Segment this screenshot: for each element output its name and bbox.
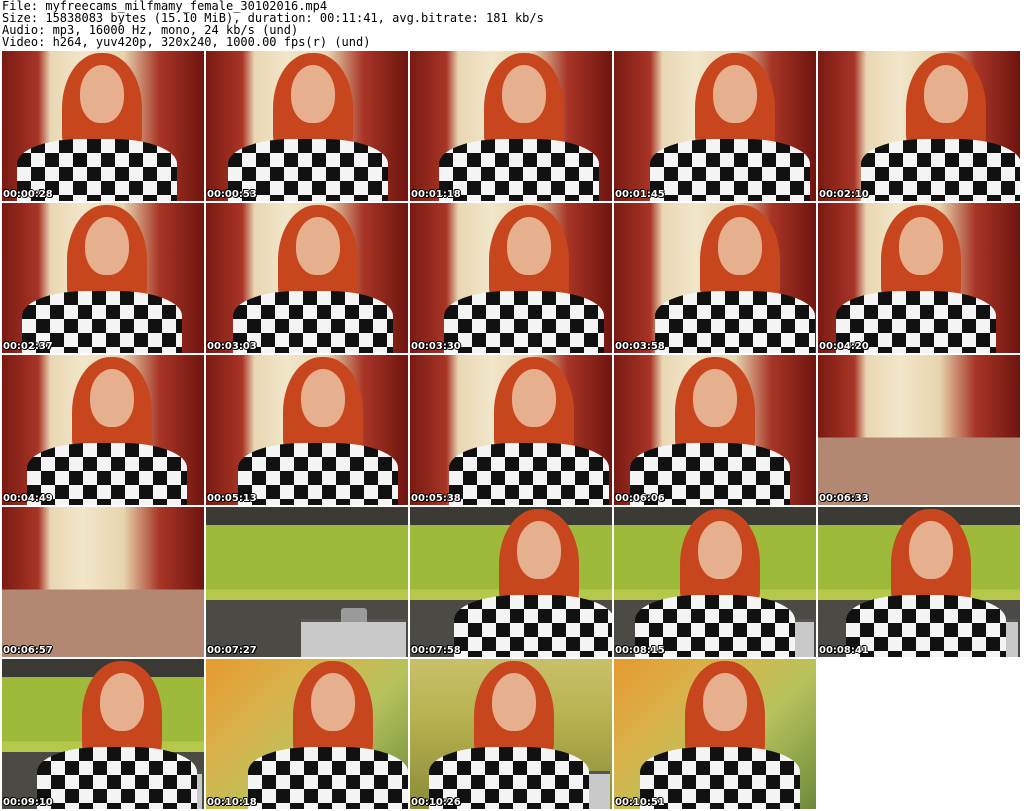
- video-thumbnail: 00:06:57: [2, 507, 204, 657]
- person-face: [301, 369, 345, 427]
- cooking-pot: [341, 608, 367, 622]
- video-thumbnail: 00:03:03: [206, 203, 408, 353]
- person-face: [718, 217, 762, 275]
- video-thumbnail: 00:05:38: [410, 355, 612, 505]
- thumbnail-timestamp: 00:03:30: [411, 341, 461, 352]
- thumbnail-timestamp: 00:04:20: [819, 341, 869, 352]
- video-thumbnail: 00:10:18: [206, 659, 408, 809]
- checkered-shirt: [861, 139, 1020, 201]
- person-face: [296, 217, 340, 275]
- thumbnail-timestamp: 00:10:26: [411, 797, 461, 808]
- thumbnail-timestamp: 00:06:33: [819, 493, 869, 504]
- checkered-shirt: [650, 139, 810, 201]
- thumbnail-timestamp: 00:10:51: [615, 797, 665, 808]
- video-thumbnail: 00:04:20: [818, 203, 1020, 353]
- thumbnail-timestamp: 00:08:41: [819, 645, 869, 656]
- thumbnail-timestamp: 00:02:10: [819, 189, 869, 200]
- thumbnail-scene: [2, 507, 204, 657]
- video-thumbnail: 00:01:45: [614, 51, 816, 201]
- person-face: [703, 673, 747, 731]
- person-face: [924, 65, 968, 123]
- video-thumbnail: 00:02:37: [2, 203, 204, 353]
- thumbnail-timestamp: 00:01:18: [411, 189, 461, 200]
- checkered-shirt: [655, 291, 815, 353]
- video-thumbnail: 00:08:15: [614, 507, 816, 657]
- checkered-shirt: [248, 747, 408, 809]
- video-thumbnail: 00:03:30: [410, 203, 612, 353]
- video-thumbnail: 00:10:51: [614, 659, 816, 809]
- video-thumbnail: 00:07:58: [410, 507, 612, 657]
- thumbnail-timestamp: 00:03:03: [207, 341, 257, 352]
- thumbnail-timestamp: 00:01:45: [615, 189, 665, 200]
- checkered-shirt: [454, 595, 612, 657]
- thumbnail-timestamp: 00:06:57: [3, 645, 53, 656]
- thumbnail-timestamp: 00:03:58: [615, 341, 665, 352]
- person-face: [90, 369, 134, 427]
- file-info-header: File: myfreecams_milfmamy_female_3010201…: [2, 0, 544, 48]
- thumbnail-timestamp: 00:08:15: [615, 645, 665, 656]
- thumbnail-timestamp: 00:10:18: [207, 797, 257, 808]
- video-thumbnail: 00:03:58: [614, 203, 816, 353]
- video-thumbnail: 00:07:27: [206, 507, 408, 657]
- thumbnail-timestamp: 00:02:37: [3, 341, 53, 352]
- thumbnail-timestamp: 00:05:13: [207, 493, 257, 504]
- video-thumbnail: 00:04:49: [2, 355, 204, 505]
- video-thumbnail: 00:02:10: [818, 51, 1020, 201]
- video-thumbnail: 00:05:13: [206, 355, 408, 505]
- thumbnail-timestamp: 00:06:06: [615, 493, 665, 504]
- person-face: [311, 673, 355, 731]
- checkered-shirt: [444, 291, 604, 353]
- video-thumbnail: 00:00:28: [2, 51, 204, 201]
- checkered-shirt: [238, 443, 398, 505]
- checkered-shirt: [439, 139, 599, 201]
- checkered-shirt: [846, 595, 1006, 657]
- thumbnail-timestamp: 00:00:53: [207, 189, 257, 200]
- video-thumbnail: 00:08:41: [818, 507, 1020, 657]
- person-face: [502, 65, 546, 123]
- person-face: [693, 369, 737, 427]
- person-face: [899, 217, 943, 275]
- thumbnail-scene: [818, 355, 1020, 505]
- checkered-shirt: [233, 291, 393, 353]
- person-face: [291, 65, 335, 123]
- person-face: [100, 673, 144, 731]
- video-thumbnail: 00:00:53: [206, 51, 408, 201]
- video-thumbnail: 00:01:18: [410, 51, 612, 201]
- video-thumbnail: 00:10:26: [410, 659, 612, 809]
- person-face: [698, 521, 742, 579]
- person-face: [85, 217, 129, 275]
- thumbnail-grid: 00:00:28 00:00:53 00:01:18 00:01:45 00:02:10…: [2, 51, 1022, 810]
- thumbnail-timestamp: 00:07:58: [411, 645, 461, 656]
- person-face: [507, 217, 551, 275]
- thumbnail-timestamp: 00:07:27: [207, 645, 257, 656]
- person-face: [517, 521, 561, 579]
- person-face: [80, 65, 124, 123]
- stove: [301, 608, 406, 657]
- person-face: [512, 369, 556, 427]
- thumbnail-timestamp: 00:09:10: [3, 797, 53, 808]
- video-thumbnail: 00:09:10: [2, 659, 204, 809]
- thumbnail-timestamp: 00:05:38: [411, 493, 461, 504]
- video-info-line: Video: h264, yuv420p, 320x240, 1000.00 f…: [2, 35, 371, 49]
- video-thumbnail: 00:06:33: [818, 355, 1020, 505]
- checkered-shirt: [37, 747, 197, 809]
- video-thumbnail: 00:06:06: [614, 355, 816, 505]
- checkered-shirt: [449, 443, 609, 505]
- thumbnail-timestamp: 00:04:49: [3, 493, 53, 504]
- person-face: [713, 65, 757, 123]
- person-face: [492, 673, 536, 731]
- person-face: [909, 521, 953, 579]
- thumbnail-timestamp: 00:00:28: [3, 189, 53, 200]
